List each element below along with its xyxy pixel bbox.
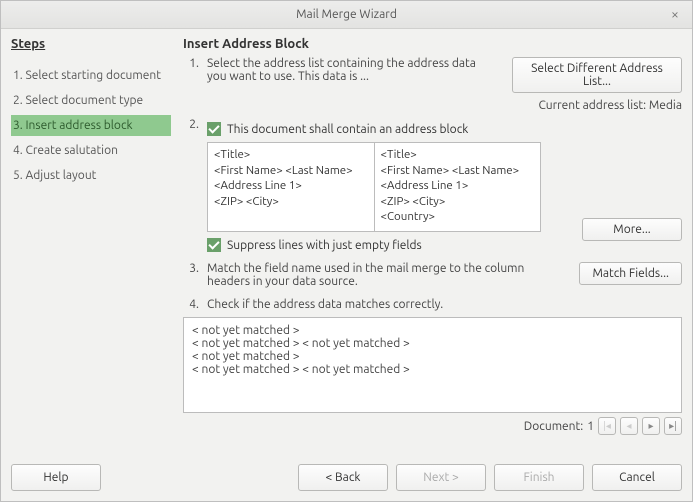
mail-merge-wizard-window: Mail Merge Wizard × Steps 1. Select star… xyxy=(0,0,693,502)
step-select-starting-document[interactable]: 1. Select starting document xyxy=(11,65,171,86)
select-address-list-button[interactable]: Select Different Address List... xyxy=(512,57,682,93)
finish-button[interactable]: Finish xyxy=(494,464,584,491)
suppress-empty-lines-label: Suppress lines with just empty fields xyxy=(227,239,422,252)
step-create-salutation[interactable]: 4. Create salutation xyxy=(11,140,171,161)
step2-number: 2. xyxy=(183,118,199,142)
doc-last-icon[interactable]: ▸| xyxy=(664,417,682,435)
document-value: 1 xyxy=(587,420,594,433)
main-panel: Insert Address Block 1. Select the addre… xyxy=(183,37,682,456)
current-address-list-label: Current address list: Media xyxy=(538,99,682,112)
contain-address-block-label: This document shall contain an address b… xyxy=(227,123,468,136)
doc-prev-icon[interactable]: ◂ xyxy=(620,417,638,435)
contain-address-block-checkbox[interactable] xyxy=(207,122,221,136)
step4-number: 4. xyxy=(183,298,199,311)
document-label: Document: xyxy=(524,420,583,433)
cancel-button[interactable]: Cancel xyxy=(592,464,682,491)
steps-sidebar: Steps 1. Select starting document 2. Sel… xyxy=(11,37,171,456)
step-insert-address-block[interactable]: 3. Insert address block xyxy=(11,115,171,136)
window-title: Mail Merge Wizard xyxy=(296,8,397,21)
suppress-empty-lines-checkbox[interactable] xyxy=(207,238,221,252)
address-preview-box: < not yet matched > < not yet matched > … xyxy=(183,317,682,413)
back-button[interactable]: < Back xyxy=(298,464,388,491)
address-template-1[interactable]: <Title> <First Name> <Last Name> <Addres… xyxy=(208,143,375,231)
more-button[interactable]: More... xyxy=(582,218,682,241)
next-button[interactable]: Next > xyxy=(396,464,486,491)
section-header: Insert Address Block xyxy=(183,37,682,51)
step2-section: 2. This document shall contain an addres… xyxy=(183,118,682,258)
doc-first-icon[interactable]: |◂ xyxy=(598,417,616,435)
step3-number: 3. xyxy=(183,262,199,288)
help-button[interactable]: Help xyxy=(11,464,101,491)
close-icon[interactable]: × xyxy=(666,5,684,23)
match-fields-button[interactable]: Match Fields... xyxy=(579,262,682,285)
document-navigation: Document: 1 |◂ ◂ ▸ ▸| xyxy=(183,417,682,435)
step-adjust-layout[interactable]: 5. Adjust layout xyxy=(11,165,171,186)
wizard-footer: Help < Back Next > Finish Cancel xyxy=(1,456,692,501)
step1-number: 1. xyxy=(183,57,199,112)
step-select-document-type[interactable]: 2. Select document type xyxy=(11,90,171,111)
step4-text: Check if the address data matches correc… xyxy=(207,298,682,311)
doc-next-icon[interactable]: ▸ xyxy=(642,417,660,435)
titlebar: Mail Merge Wizard × xyxy=(1,1,692,29)
address-template-2[interactable]: <Title> <First Name> <Last Name> <Addres… xyxy=(375,143,541,231)
steps-header: Steps xyxy=(11,37,171,51)
address-block-templates[interactable]: <Title> <First Name> <Last Name> <Addres… xyxy=(207,142,541,232)
step1-text: Select the address list containing the a… xyxy=(207,57,494,112)
